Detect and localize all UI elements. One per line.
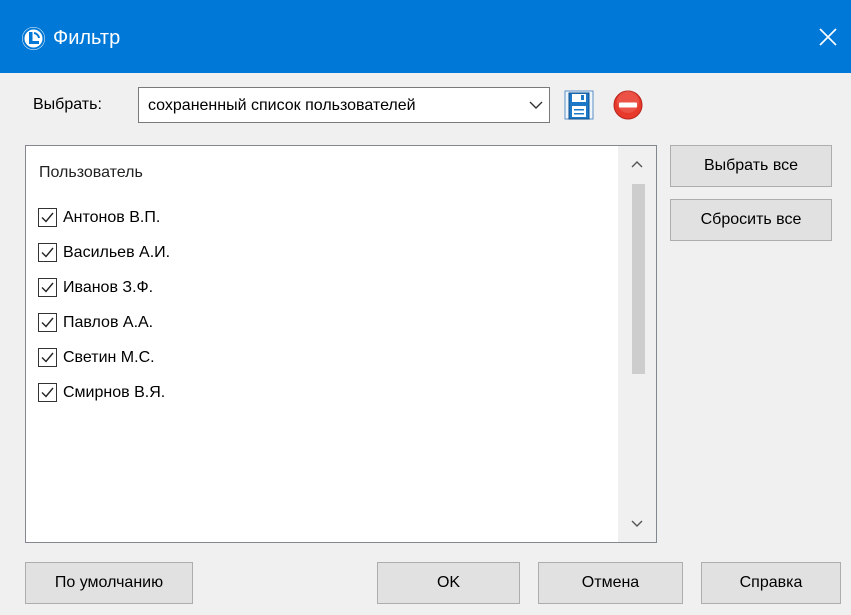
list-item[interactable]: Иванов З.Ф. (38, 270, 170, 305)
user-name: Антонов В.П. (63, 208, 161, 226)
checkmark-icon (41, 352, 54, 363)
user-name: Светин М.С. (63, 348, 155, 366)
user-checkbox[interactable] (38, 313, 57, 332)
save-list-icon[interactable] (563, 89, 595, 121)
chevron-down-icon (631, 520, 643, 527)
scroll-thumb[interactable] (632, 184, 645, 374)
app-logo-icon (22, 27, 45, 50)
list-item[interactable]: Павлов А.А. (38, 305, 170, 340)
checkmark-icon (41, 212, 54, 223)
dropdown-value: сохраненный список пользователей (148, 97, 416, 114)
checkmark-icon (41, 317, 54, 328)
user-checkbox[interactable] (38, 348, 57, 367)
vertical-scrollbar[interactable] (618, 146, 656, 542)
chevron-up-icon (631, 161, 643, 168)
scroll-up-button[interactable] (618, 146, 656, 182)
reset-all-button[interactable]: Сбросить все (670, 199, 832, 241)
cancel-button[interactable]: Отмена (538, 562, 683, 604)
close-button[interactable] (805, 0, 851, 73)
delete-list-icon[interactable] (612, 89, 644, 121)
list-item[interactable]: Антонов В.П. (38, 200, 170, 235)
column-header-user: Пользователь (39, 164, 143, 181)
user-checkbox[interactable] (38, 243, 57, 262)
help-button[interactable]: Справка (701, 562, 841, 604)
default-button[interactable]: По умолчанию (25, 562, 193, 604)
saved-list-dropdown[interactable]: сохраненный список пользователей (138, 87, 550, 123)
user-name: Васильев А.И. (63, 243, 171, 261)
title-bar: Фильтр (0, 0, 851, 73)
user-checkbox[interactable] (38, 383, 57, 402)
close-icon (819, 27, 837, 46)
checkmark-icon (41, 247, 54, 258)
user-name: Павлов А.А. (63, 313, 154, 331)
user-name: Иванов З.Ф. (63, 278, 154, 296)
scroll-down-button[interactable] (618, 506, 656, 542)
user-rows: Антонов В.П. Васильев А.И. Иванов З.Ф. Павл… (38, 200, 170, 410)
checkmark-icon (41, 282, 54, 293)
checkmark-icon (41, 387, 54, 398)
window-title: Фильтр (53, 27, 121, 49)
list-item[interactable]: Светин М.С. (38, 340, 170, 375)
user-checkbox[interactable] (38, 208, 57, 227)
list-item[interactable]: Васильев А.И. (38, 235, 170, 270)
chevron-down-icon (529, 101, 543, 109)
user-list[interactable]: Пользователь Антонов В.П. Васильев А.И. Ив… (25, 145, 657, 543)
ok-button[interactable]: OK (377, 562, 520, 604)
user-checkbox[interactable] (38, 278, 57, 297)
user-name: Смирнов В.Я. (63, 383, 166, 401)
list-item[interactable]: Смирнов В.Я. (38, 375, 170, 410)
select-label: Выбрать: (33, 96, 102, 113)
select-all-button[interactable]: Выбрать все (670, 145, 832, 187)
